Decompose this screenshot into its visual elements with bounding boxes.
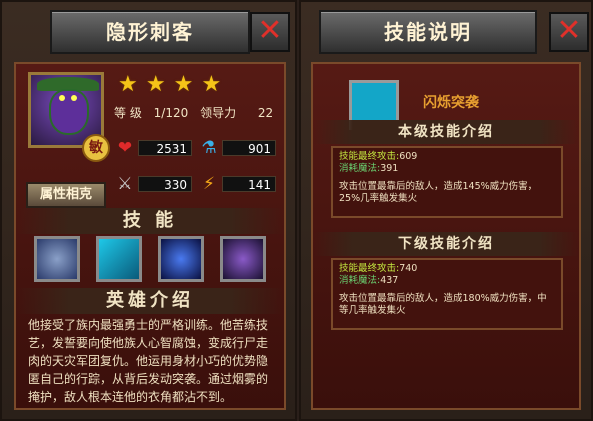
eye-icon [71,95,77,101]
mana-label: 消耗魔法: [339,163,381,174]
heart-icon: ❤ [117,138,133,158]
mana-stat: ⚗ 901 [198,138,278,158]
hp-stat: ❤ 2531 [114,138,194,158]
attack-label: 技能最终攻击: [339,151,400,162]
close-button[interactable]: ✕ [250,12,290,52]
skill-list [30,236,274,290]
mana-value: 901 [222,140,276,156]
attack-value: 740 [399,263,418,274]
skills-title: 技 能 [16,208,284,234]
hero-title: 隐形刺客 [50,10,250,54]
hp-value: 2531 [138,140,192,156]
mana-value: 437 [380,275,399,286]
leadership-label: 领导力 [200,106,237,120]
speed-stat: ⚡ 141 [198,174,278,194]
hero-intro-title: 英雄介绍 [16,288,284,314]
next-desc: 攻击位置最靠后的敌人，造成180%威力伤害，中等几率触发集火 [339,293,547,316]
beast-icon[interactable] [220,236,266,282]
hero-panel: 隐形刺客 ✕ 敏 属性相克 ★ ★ ★ ★ 等 级 1/120 领导力 22 ❤… [0,0,297,421]
star-rating: ★ ★ ★ ★ [118,72,224,97]
skill-info: 闪烁突袭 本级技能介绍 技能最终攻击:609 消耗魔法:391 攻击位置最靠后的… [311,62,581,410]
star-icon: ★ [173,72,194,97]
next-level-title: 下级技能介绍 [313,232,579,256]
current-desc: 攻击位置最靠后的敌人，造成145%威力伤害，25%几率触发集火 [339,181,538,204]
mana-label: 消耗魔法: [339,275,381,286]
hero-info: 敏 属性相克 ★ ★ ★ ★ 等 级 1/120 领导力 22 ❤ 2531 ⚗… [14,62,286,410]
attack-value: 330 [138,176,192,192]
potion-icon: ⚗ [201,138,217,158]
star-icon: ★ [118,72,138,97]
storm-cloud-icon[interactable] [34,236,80,282]
crescent-icon[interactable] [158,236,204,282]
level-label: 等 级 [114,106,142,120]
current-level-title: 本级技能介绍 [313,120,579,144]
lightning-icon: ⚡ [203,174,215,194]
skill-panel: 技能说明 ✕ 闪烁突袭 本级技能介绍 技能最终攻击:609 消耗魔法:391 攻… [299,0,593,421]
sword-icon: ⚔ [117,174,133,194]
current-level-box: 技能最终攻击:609 消耗魔法:391 攻击位置最靠后的敌人，造成145%威力伤… [331,146,563,218]
close-button[interactable]: ✕ [549,12,589,52]
class-badge: 敏 [82,134,110,162]
face-icon [49,89,89,135]
next-level-box: 技能最终攻击:740 消耗魔法:437 攻击位置最靠后的敌人，造成180%威力伤… [331,258,563,330]
eye-icon [59,95,65,101]
attribute-counter-button[interactable]: 属性相克 [26,182,106,208]
hero-intro-text: 他接受了族内最强勇士的严格训练。他苦练技艺，发誓要向使他族人心智腐蚀，变成行尸走… [28,318,269,404]
attack-label: 技能最终攻击: [339,263,400,274]
level-row: 等 级 1/120 领导力 22 [114,104,281,121]
level-value: 1/120 [153,106,189,120]
attack-stat: ⚔ 330 [114,174,194,194]
game-screen: 隐形刺客 ✕ 敏 属性相克 ★ ★ ★ ★ 等 级 1/120 领导力 22 ❤… [0,0,593,421]
mana-value: 391 [380,163,399,174]
star-icon: ★ [145,72,166,97]
skill-name: 闪烁突袭 [423,95,479,111]
speed-value: 141 [222,176,276,192]
leadership-value: 22 [257,106,274,120]
skill-panel-title: 技能说明 [319,10,537,54]
dash-icon[interactable] [96,236,142,282]
attack-value: 609 [399,151,418,162]
star-icon: ★ [201,72,222,97]
